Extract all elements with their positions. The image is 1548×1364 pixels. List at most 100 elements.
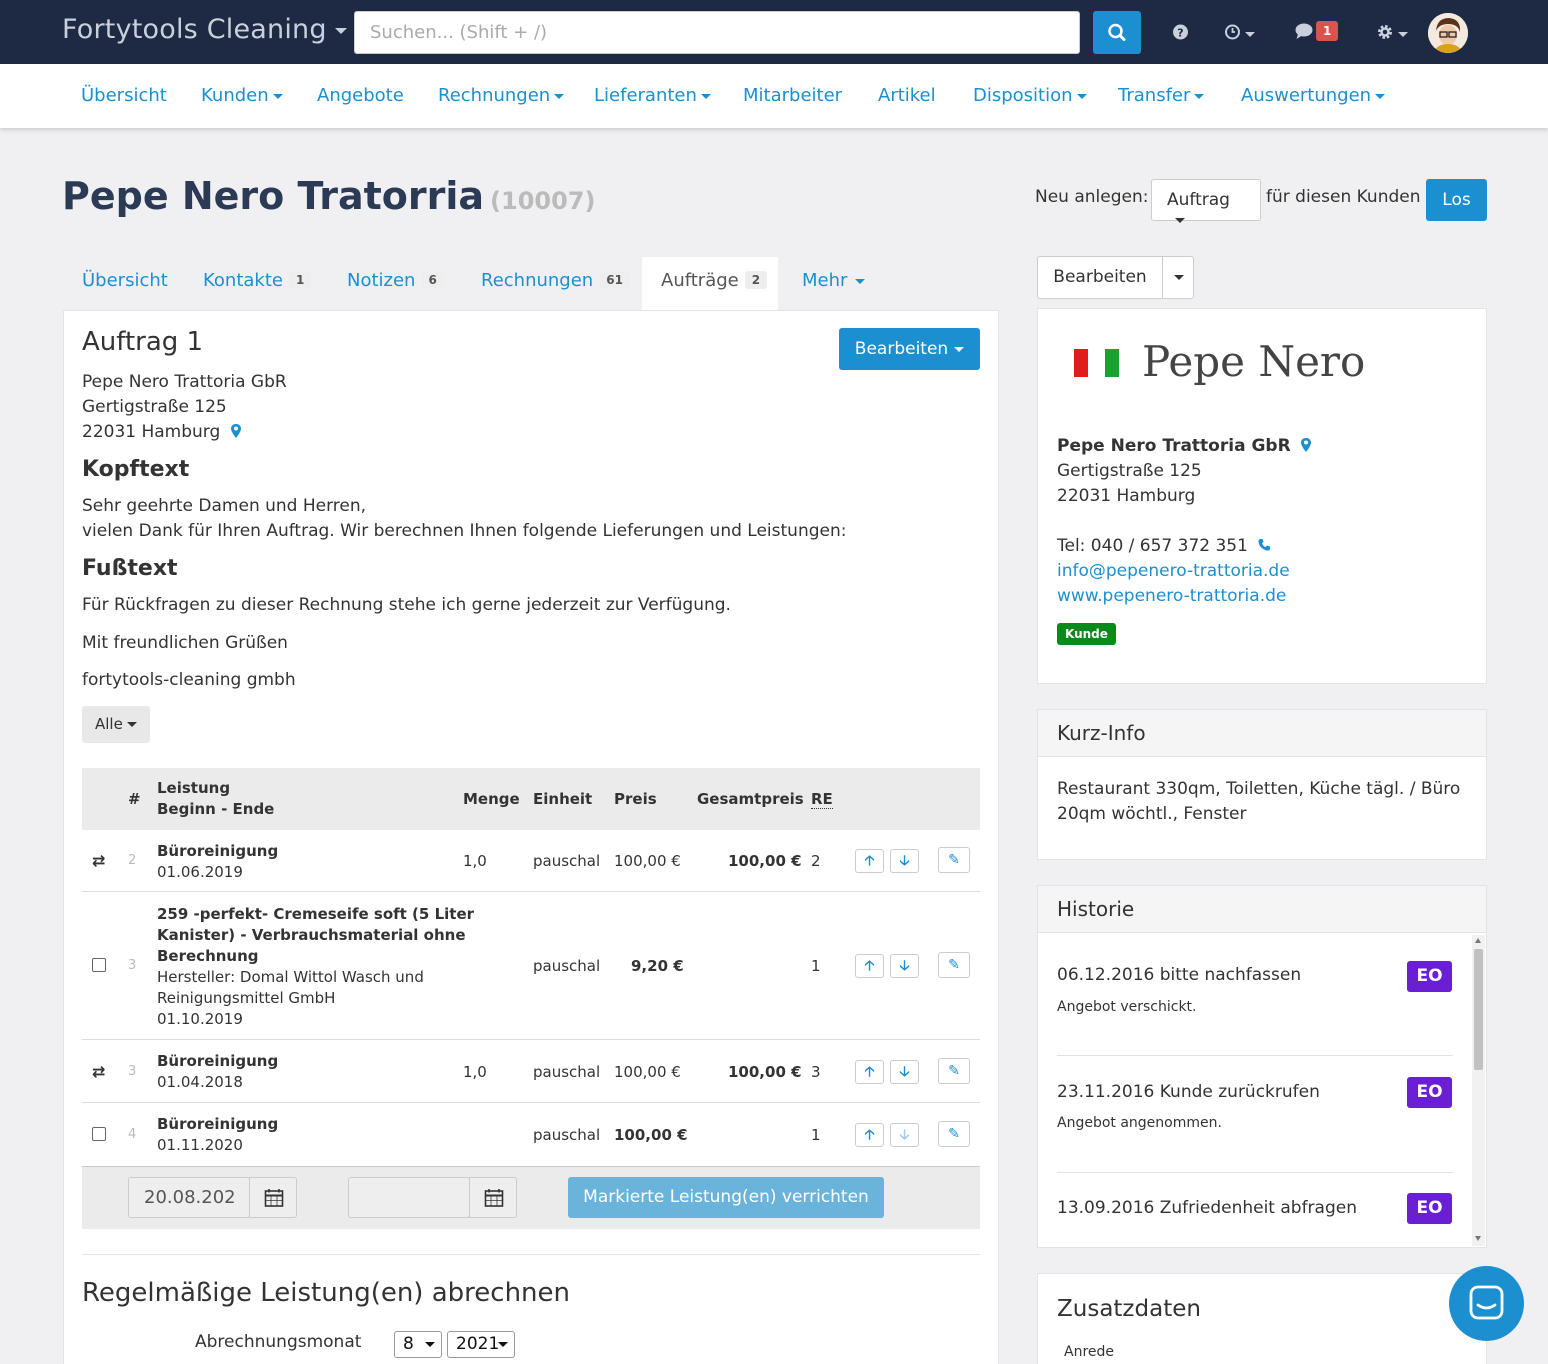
brand-name: Fortytools Cleaning bbox=[62, 14, 327, 45]
perform-services-button[interactable]: Markierte Leistung(en) verrichten bbox=[568, 1177, 884, 1218]
row-checkbox[interactable] bbox=[92, 958, 106, 972]
customer-number: (10007) bbox=[490, 187, 596, 215]
history-item-title[interactable]: 13.09.2016 Zufriedenheit abfragen bbox=[1057, 1198, 1357, 1218]
customer-edit-dropdown[interactable] bbox=[1164, 257, 1194, 298]
caret-down-icon bbox=[1245, 31, 1255, 37]
help-button[interactable]: ? bbox=[1172, 20, 1189, 49]
billing-year-select[interactable]: 2021 bbox=[447, 1331, 515, 1358]
filter-dropdown[interactable]: Alle bbox=[82, 706, 150, 743]
page-title: Pepe Nero Tratorria (10007) bbox=[62, 174, 595, 218]
tab-uebersicht[interactable]: Übersicht bbox=[82, 270, 168, 291]
arrow-down-icon: 🡣 bbox=[899, 853, 910, 869]
nav-angebote[interactable]: Angebote bbox=[317, 85, 404, 106]
tab-count: 6 bbox=[421, 271, 444, 289]
row-number: 4 bbox=[128, 1127, 137, 1142]
row-leistung: Büroreinigung bbox=[157, 1052, 279, 1070]
row-einheit: pauschal bbox=[533, 1126, 601, 1144]
nav-artikel[interactable]: Artikel bbox=[878, 85, 936, 106]
row-leistung-line-1: 259 -perfekt- Cremeseife soft (5 Liter bbox=[157, 905, 475, 923]
move-up-button[interactable]: 🡡 bbox=[855, 849, 884, 873]
phone-icon[interactable] bbox=[1257, 538, 1271, 552]
time-menu[interactable] bbox=[1224, 20, 1255, 49]
new-type-select[interactable]: Auftrag bbox=[1151, 179, 1261, 223]
move-down-button[interactable]: 🡣 bbox=[890, 954, 919, 978]
tab-label: Kontakte bbox=[203, 270, 283, 291]
main-navigation: Übersicht Kunden Angebote Rechnungen Lie… bbox=[0, 64, 1548, 128]
edit-row-button[interactable]: ✎ bbox=[938, 1121, 970, 1147]
tab-label: Aufträge bbox=[661, 270, 739, 291]
row-einheit: pauschal bbox=[533, 852, 601, 870]
history-item-title[interactable]: 23.11.2016 Kunde zurückrufen bbox=[1057, 1082, 1320, 1102]
customer-edit-button[interactable]: Bearbeiten bbox=[1038, 257, 1163, 298]
settings-menu[interactable] bbox=[1376, 20, 1408, 49]
row-checkbox[interactable] bbox=[92, 1127, 106, 1141]
history-scroll-thumb[interactable] bbox=[1474, 949, 1483, 1070]
messages-button[interactable]: 1 bbox=[1294, 17, 1339, 45]
tab-notizen[interactable]: Notizen 6 bbox=[347, 270, 444, 291]
move-down-button[interactable]: 🡣 bbox=[890, 1060, 919, 1084]
user-avatar[interactable] bbox=[1428, 13, 1468, 53]
map-marker-icon[interactable] bbox=[230, 423, 242, 439]
order-address-city: 22031 Hamburg bbox=[82, 422, 242, 442]
row-date: 01.06.2019 bbox=[157, 863, 243, 881]
nav-kunden[interactable]: Kunden bbox=[201, 85, 283, 106]
row-re: 2 bbox=[811, 852, 821, 870]
edit-row-button[interactable]: ✎ bbox=[938, 952, 970, 978]
col-header-preis: Preis bbox=[614, 790, 657, 808]
move-up-button[interactable]: 🡡 bbox=[855, 1123, 884, 1147]
nav-label: Artikel bbox=[878, 85, 936, 106]
move-up-button[interactable]: 🡡 bbox=[855, 1060, 884, 1084]
scroll-up-arrow-icon[interactable] bbox=[1475, 938, 1481, 943]
zusatzdaten-panel: Zusatzdaten Anrede bbox=[1037, 1273, 1487, 1364]
search-input[interactable] bbox=[354, 11, 1080, 54]
nav-mitarbeiter[interactable]: Mitarbeiter bbox=[743, 85, 842, 106]
tab-mehr[interactable]: Mehr bbox=[802, 270, 866, 291]
kurz-info-line-1: Restaurant 330qm, Toiletten, Küche tägl.… bbox=[1057, 779, 1461, 799]
support-chat-button[interactable] bbox=[1449, 1266, 1524, 1341]
nav-disposition[interactable]: Disposition bbox=[973, 85, 1087, 106]
nav-uebersicht[interactable]: Übersicht bbox=[81, 85, 167, 106]
row-leistung: Büroreinigung bbox=[157, 1115, 279, 1133]
history-item-title[interactable]: 06.12.2016 bitte nachfassen bbox=[1057, 965, 1301, 985]
move-up-button[interactable]: 🡡 bbox=[855, 954, 884, 978]
search-button[interactable] bbox=[1093, 11, 1141, 54]
question-circle-icon: ? bbox=[1173, 24, 1188, 40]
move-down-button[interactable]: 🡣 bbox=[890, 849, 919, 873]
tab-auftraege[interactable]: Aufträge 2 bbox=[661, 270, 768, 291]
service-date-input[interactable] bbox=[128, 1177, 250, 1218]
edit-icon: ✎ bbox=[948, 1063, 960, 1079]
messages-count-badge: 1 bbox=[1316, 21, 1339, 41]
tab-kontakte[interactable]: Kontakte 1 bbox=[203, 270, 312, 291]
customer-email-link[interactable]: info@pepenero-trattoria.de bbox=[1057, 561, 1290, 581]
tab-rechnungen[interactable]: Rechnungen 61 bbox=[481, 270, 630, 291]
order-edit-button[interactable]: Bearbeiten bbox=[839, 328, 980, 370]
arrow-up-icon: 🡡 bbox=[864, 1064, 875, 1080]
row-leistung-line-2: Kanister) - Verbrauchsmaterial ohne bbox=[157, 926, 466, 944]
col-header-beginn: Beginn - Ende bbox=[157, 800, 275, 818]
calendar-button[interactable] bbox=[469, 1177, 517, 1218]
tab-label: Rechnungen bbox=[481, 270, 594, 291]
tab-count: 1 bbox=[288, 271, 312, 289]
map-marker-icon[interactable] bbox=[1300, 437, 1312, 453]
tab-count: 61 bbox=[599, 271, 630, 289]
arrow-down-icon: 🡣 bbox=[899, 1127, 910, 1143]
row-divider bbox=[82, 1102, 980, 1103]
nav-auswertungen[interactable]: Auswertungen bbox=[1241, 85, 1386, 106]
edit-row-button[interactable]: ✎ bbox=[938, 847, 970, 873]
customer-website-link[interactable]: www.pepenero-trattoria.de bbox=[1057, 586, 1286, 606]
row-leistung: Büroreinigung bbox=[157, 842, 279, 860]
nav-lieferanten[interactable]: Lieferanten bbox=[594, 85, 711, 106]
edit-row-button[interactable]: ✎ bbox=[938, 1058, 970, 1084]
brand-menu[interactable]: Fortytools Cleaning bbox=[62, 14, 347, 45]
nav-transfer[interactable]: Transfer bbox=[1118, 85, 1205, 106]
go-button[interactable]: Los bbox=[1426, 179, 1487, 221]
scroll-down-arrow-icon[interactable] bbox=[1475, 1236, 1481, 1241]
comment-icon bbox=[1295, 23, 1313, 39]
nav-rechnungen[interactable]: Rechnungen bbox=[438, 85, 565, 106]
billing-month-select[interactable]: 8 bbox=[394, 1331, 442, 1358]
calendar-button[interactable] bbox=[249, 1177, 297, 1218]
repeat-icon: ⇄ bbox=[92, 851, 106, 870]
service-end-date-input[interactable] bbox=[348, 1177, 470, 1218]
history-scrollbar[interactable] bbox=[1472, 935, 1485, 1246]
new-type-value: Auftrag bbox=[1167, 190, 1230, 210]
